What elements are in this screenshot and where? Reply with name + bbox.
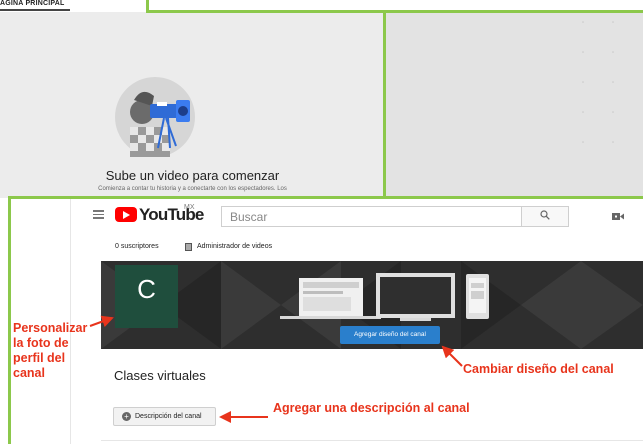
play-icon [123, 211, 130, 219]
background-tab-underline [0, 9, 70, 11]
subscriber-count: 0 suscriptores [115, 243, 159, 250]
content-divider [101, 440, 643, 441]
channel-name: Clases virtuales [114, 368, 206, 383]
annotation-channel-design: Cambiar diseño del canal [463, 362, 614, 376]
video-manager-icon [185, 243, 192, 251]
search-icon [540, 210, 550, 220]
plus-icon: + [122, 412, 131, 421]
video-manager-link[interactable]: Administrador de videos [197, 243, 272, 250]
background-tab-label[interactable]: ÁGINA PRINCIPAL [0, 0, 64, 7]
search-input[interactable]: Buscar [230, 210, 267, 224]
hamburger-menu-icon[interactable] [93, 210, 104, 219]
avatar-letter: C [137, 274, 156, 304]
annotation-add-description: Agregar una descripción al canal [273, 401, 470, 415]
green-frame-line [146, 10, 643, 13]
annotation-profile-photo: Personalizar la foto de perfil del canal [13, 321, 88, 380]
green-frame-line [146, 0, 149, 12]
background-side-area [385, 12, 643, 198]
add-channel-art-label: Agregar diseño del canal [354, 331, 426, 338]
empty-state-title: Sube un video para comenzar [105, 168, 280, 183]
channel-description-label: Descripción del canal [135, 413, 202, 420]
dot-pattern [582, 21, 614, 143]
devices-illustration [280, 273, 489, 321]
video-camera-icon[interactable] [612, 212, 624, 221]
country-code: MX [184, 204, 195, 211]
empty-state-description: Comienza a contar tu historia y a conect… [98, 186, 287, 192]
video-creator-illustration [115, 77, 195, 157]
